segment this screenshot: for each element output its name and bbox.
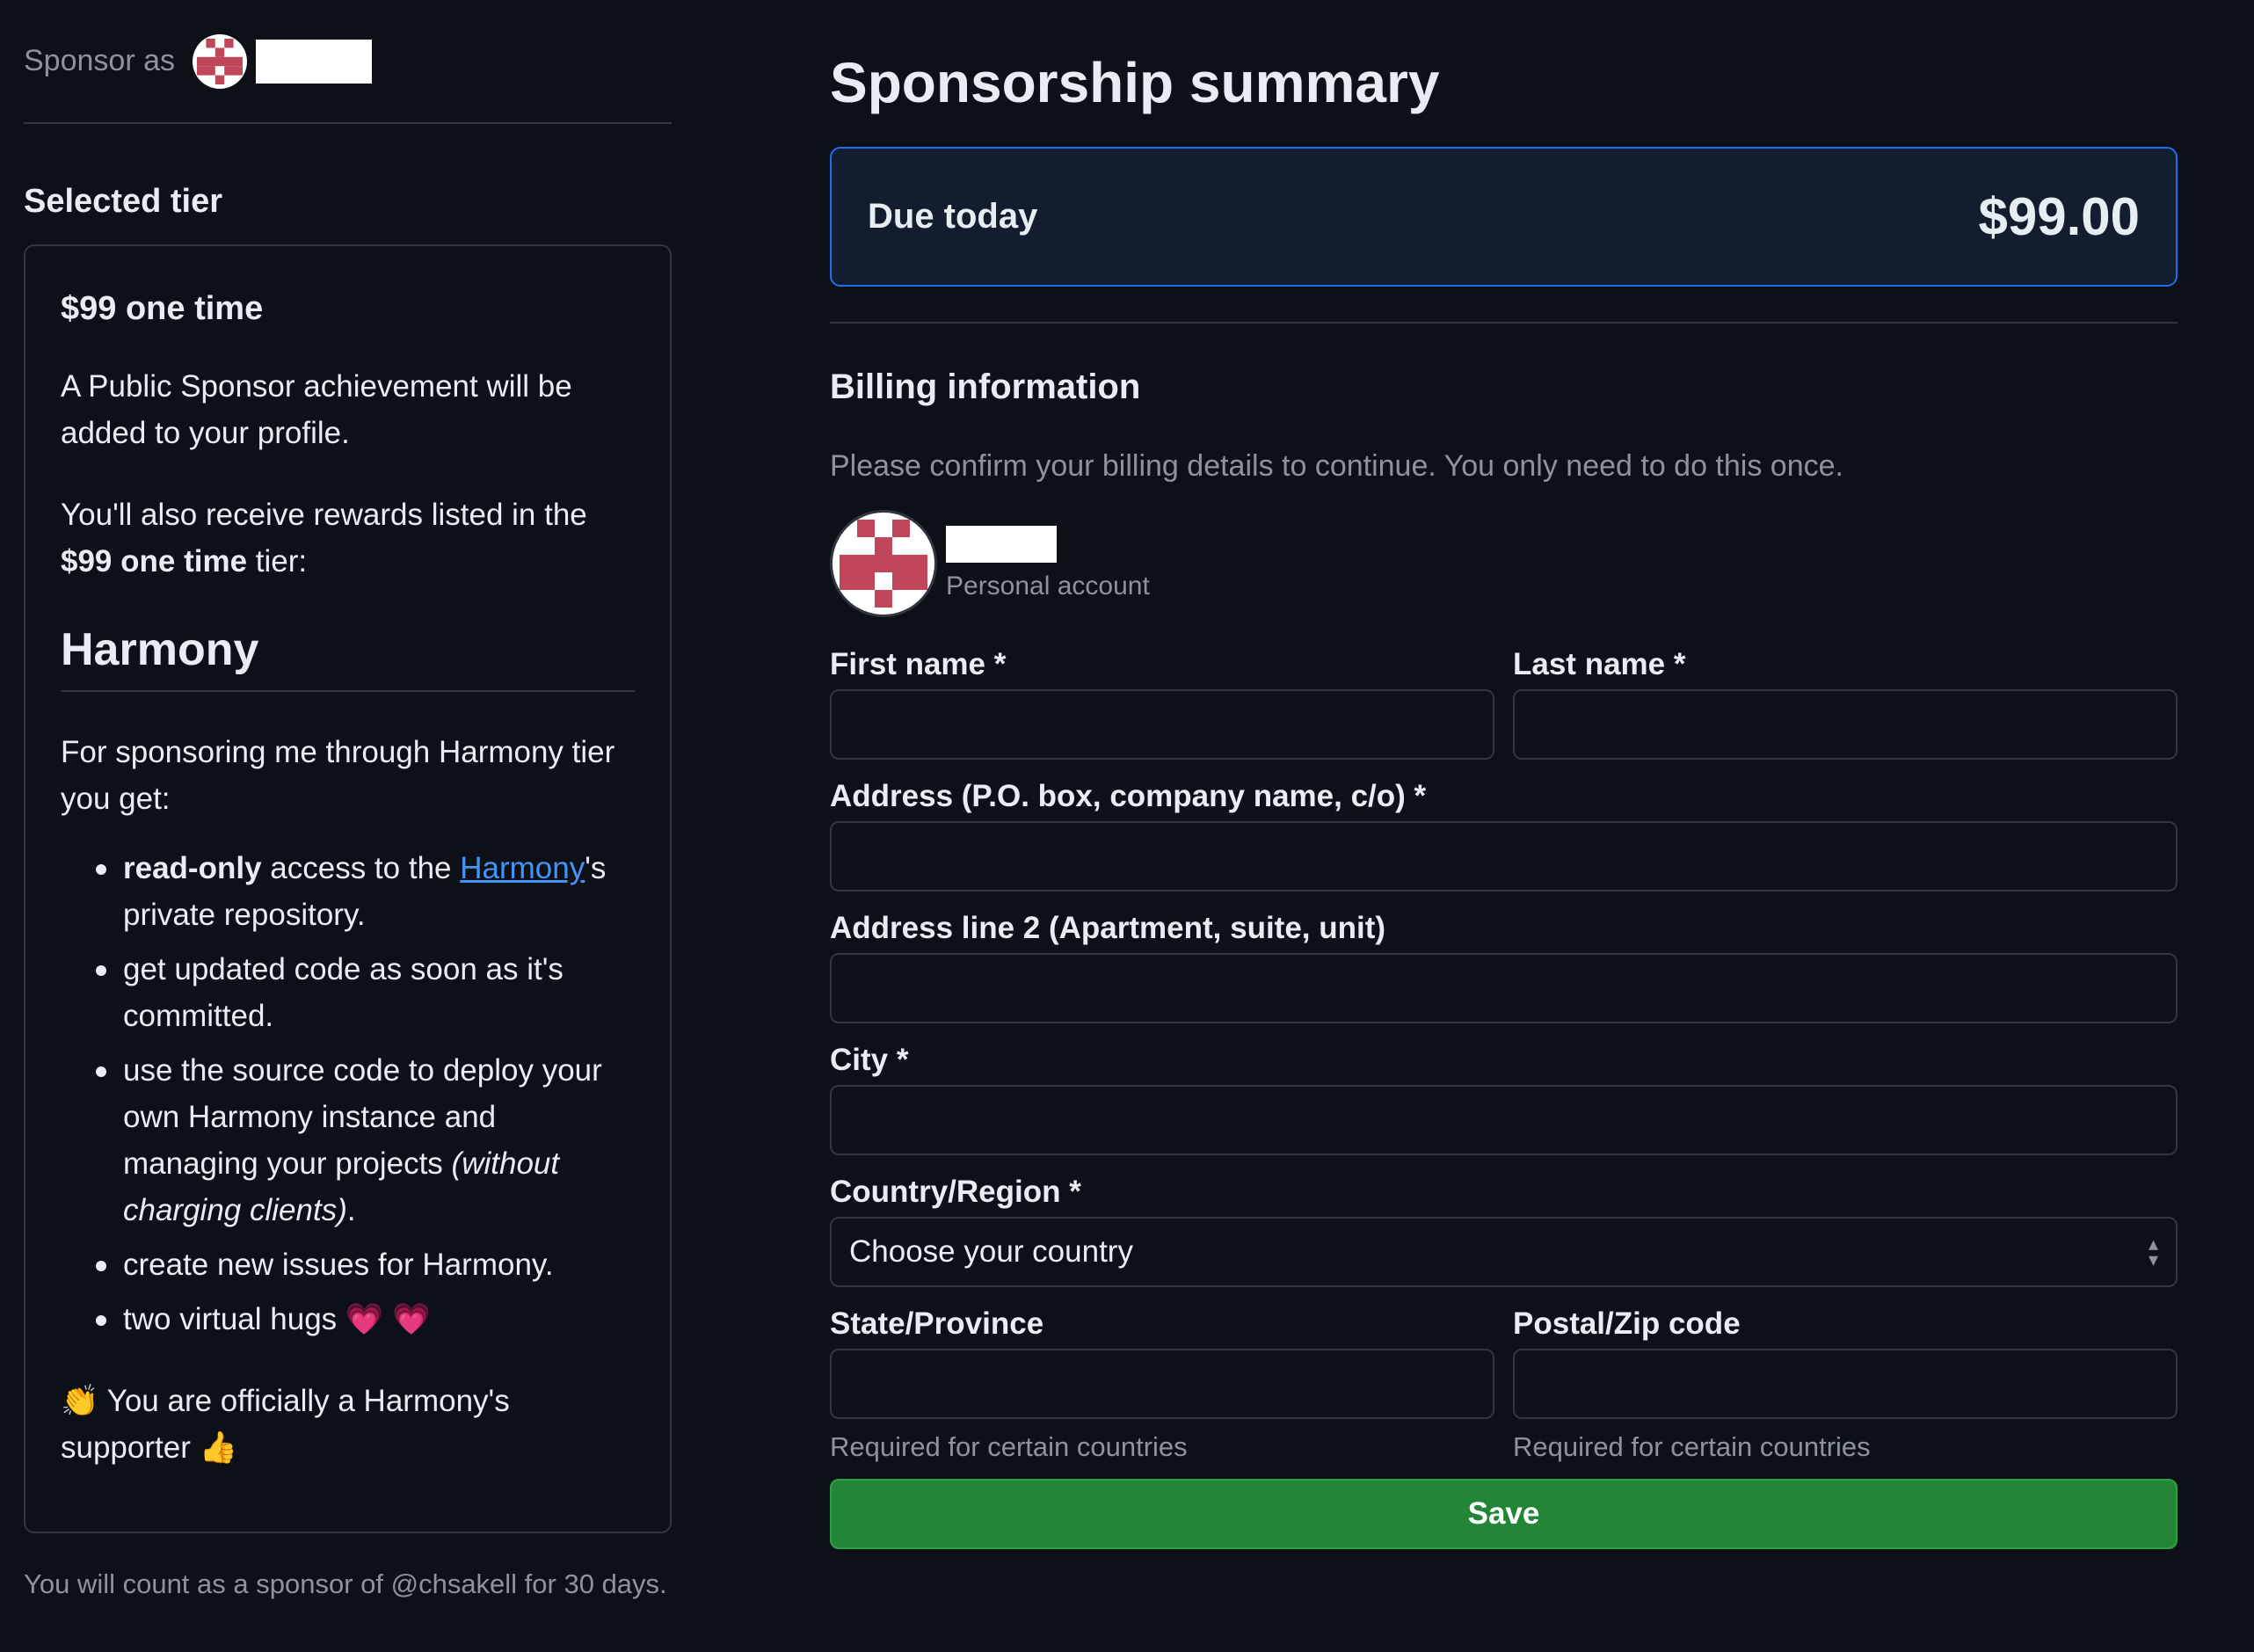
save-button[interactable]: Save	[830, 1479, 2178, 1549]
city-input[interactable]	[830, 1085, 2178, 1155]
sponsor-as-bar: Sponsor as	[24, 0, 672, 124]
benefit-bold: read-only	[123, 851, 262, 885]
clapping-hands-icon: 👏	[61, 1384, 99, 1418]
rewards-suffix: tier:	[247, 544, 308, 579]
harmony-link[interactable]: Harmony	[460, 851, 585, 885]
city-label: City *	[830, 1043, 909, 1077]
thumbs-up-icon: 👍	[199, 1430, 238, 1465]
harmony-heading: Harmony	[61, 620, 635, 692]
list-item: create new issues for Harmony.	[61, 1241, 635, 1288]
heart-emoji-icon: 💗 💗	[345, 1302, 431, 1336]
summary-title: Sponsorship summary	[830, 51, 1440, 114]
address-input[interactable]	[830, 821, 2178, 891]
last-name-label: Last name *	[1513, 647, 1686, 681]
state-field-group: State/Province Required for certain coun…	[830, 1303, 1494, 1463]
account-avatar	[830, 510, 937, 617]
state-label: State/Province	[830, 1306, 1044, 1341]
first-name-field-group: First name *	[830, 644, 1494, 760]
postal-field-group: Postal/Zip code Required for certain cou…	[1513, 1303, 2178, 1463]
state-hint: Required for certain countries	[830, 1431, 1188, 1462]
address2-input[interactable]	[830, 953, 2178, 1023]
account-info: Personal account	[946, 526, 1150, 601]
name-row: First name * Last name *	[830, 644, 2178, 760]
country-row: Country/Region * Choose your country ▴ ▾	[830, 1171, 2178, 1287]
rewards-prefix: You'll also receive rewards listed in th…	[61, 498, 587, 532]
sponsor-username-redacted	[256, 39, 372, 84]
last-name-field-group: Last name *	[1513, 644, 2178, 760]
sponsorship-checkout-page: Sponsor as Selected tier $99 one time A …	[0, 0, 2254, 1652]
country-label: Country/Region *	[830, 1175, 1081, 1209]
account-type: Personal account	[946, 571, 1150, 600]
identicon-avatar	[840, 520, 927, 608]
address-row: Address (P.O. box, company name, c/o) *	[830, 775, 2178, 891]
postal-label: Postal/Zip code	[1513, 1306, 1741, 1341]
country-select[interactable]: Choose your country ▴ ▾	[830, 1217, 2178, 1287]
due-today-box: Due today $99.00	[830, 147, 2178, 287]
closing-message: You are officially a Harmony's supporter	[61, 1384, 510, 1465]
right-column: Sponsorship summary Due today $99.00 Bil…	[830, 0, 2178, 1549]
country-field-group: Country/Region * Choose your country ▴ ▾	[830, 1171, 2178, 1287]
state-postal-row: State/Province Required for certain coun…	[830, 1303, 2178, 1463]
first-name-label: First name *	[830, 647, 1007, 681]
city-row: City *	[830, 1039, 2178, 1155]
list-item: get updated code as soon as it's committ…	[61, 946, 635, 1039]
address2-label: Address line 2 (Apartment, suite, unit)	[830, 911, 1386, 945]
postal-hint: Required for certain countries	[1513, 1431, 1871, 1462]
first-name-input[interactable]	[830, 689, 1494, 760]
billing-account: Personal account	[830, 508, 2178, 619]
sponsor-as-label: Sponsor as	[24, 44, 175, 77]
benefit-text: two virtual hugs	[123, 1302, 345, 1336]
address2-field-group: Address line 2 (Apartment, suite, unit)	[830, 907, 2178, 1023]
identicon-avatar	[197, 38, 243, 84]
benefits-list: read-only access to the Harmony's privat…	[61, 845, 635, 1343]
tier-intro: For sponsoring me through Harmony tier y…	[61, 735, 615, 816]
list-item: use the source code to deploy your own H…	[61, 1047, 635, 1234]
address-field-group: Address (P.O. box, company name, c/o) *	[830, 775, 2178, 891]
address2-row: Address line 2 (Apartment, suite, unit)	[830, 907, 2178, 1023]
benefit-text: access to the	[261, 851, 461, 885]
selected-tier-heading: Selected tier	[24, 183, 222, 220]
select-arrows-icon: ▴ ▾	[2148, 1233, 2158, 1270]
benefit-tail: .	[346, 1193, 356, 1227]
rewards-tier-name: $99 one time	[61, 544, 248, 579]
list-item: two virtual hugs 💗 💗	[61, 1296, 635, 1343]
address-label: Address (P.O. box, company name, c/o) *	[830, 779, 1427, 813]
tier-card: $99 one time A Public Sponsor achievemen…	[24, 244, 672, 1533]
due-today-label: Due today	[868, 197, 1038, 236]
closing-text: 👏 You are officially a Harmony's support…	[61, 1378, 635, 1471]
sponsor-duration-note: You will count as a sponsor of @chsakell…	[24, 1568, 667, 1599]
divider	[830, 322, 2178, 324]
billing-description: Please confirm your billing details to c…	[830, 449, 1843, 483]
left-column: Sponsor as Selected tier $99 one time A …	[24, 0, 672, 1600]
account-username-redacted	[946, 526, 1057, 563]
rewards-text: You'll also receive rewards listed in th…	[61, 491, 635, 585]
last-name-input[interactable]	[1513, 689, 2178, 760]
tier-title: $99 one time	[61, 290, 264, 327]
sponsor-avatar[interactable]	[193, 33, 247, 89]
billing-heading: Billing information	[830, 368, 1141, 406]
state-input[interactable]	[830, 1349, 1494, 1419]
billing-form: First name * Last name * Address (P.O. b…	[830, 644, 2178, 1549]
postal-input[interactable]	[1513, 1349, 2178, 1419]
achievement-text: A Public Sponsor achievement will be add…	[61, 369, 572, 450]
due-today-amount: $99.00	[1978, 187, 2140, 246]
country-select-value: Choose your country	[849, 1234, 1133, 1269]
list-item: read-only access to the Harmony's privat…	[61, 845, 635, 938]
city-field-group: City *	[830, 1039, 2178, 1155]
